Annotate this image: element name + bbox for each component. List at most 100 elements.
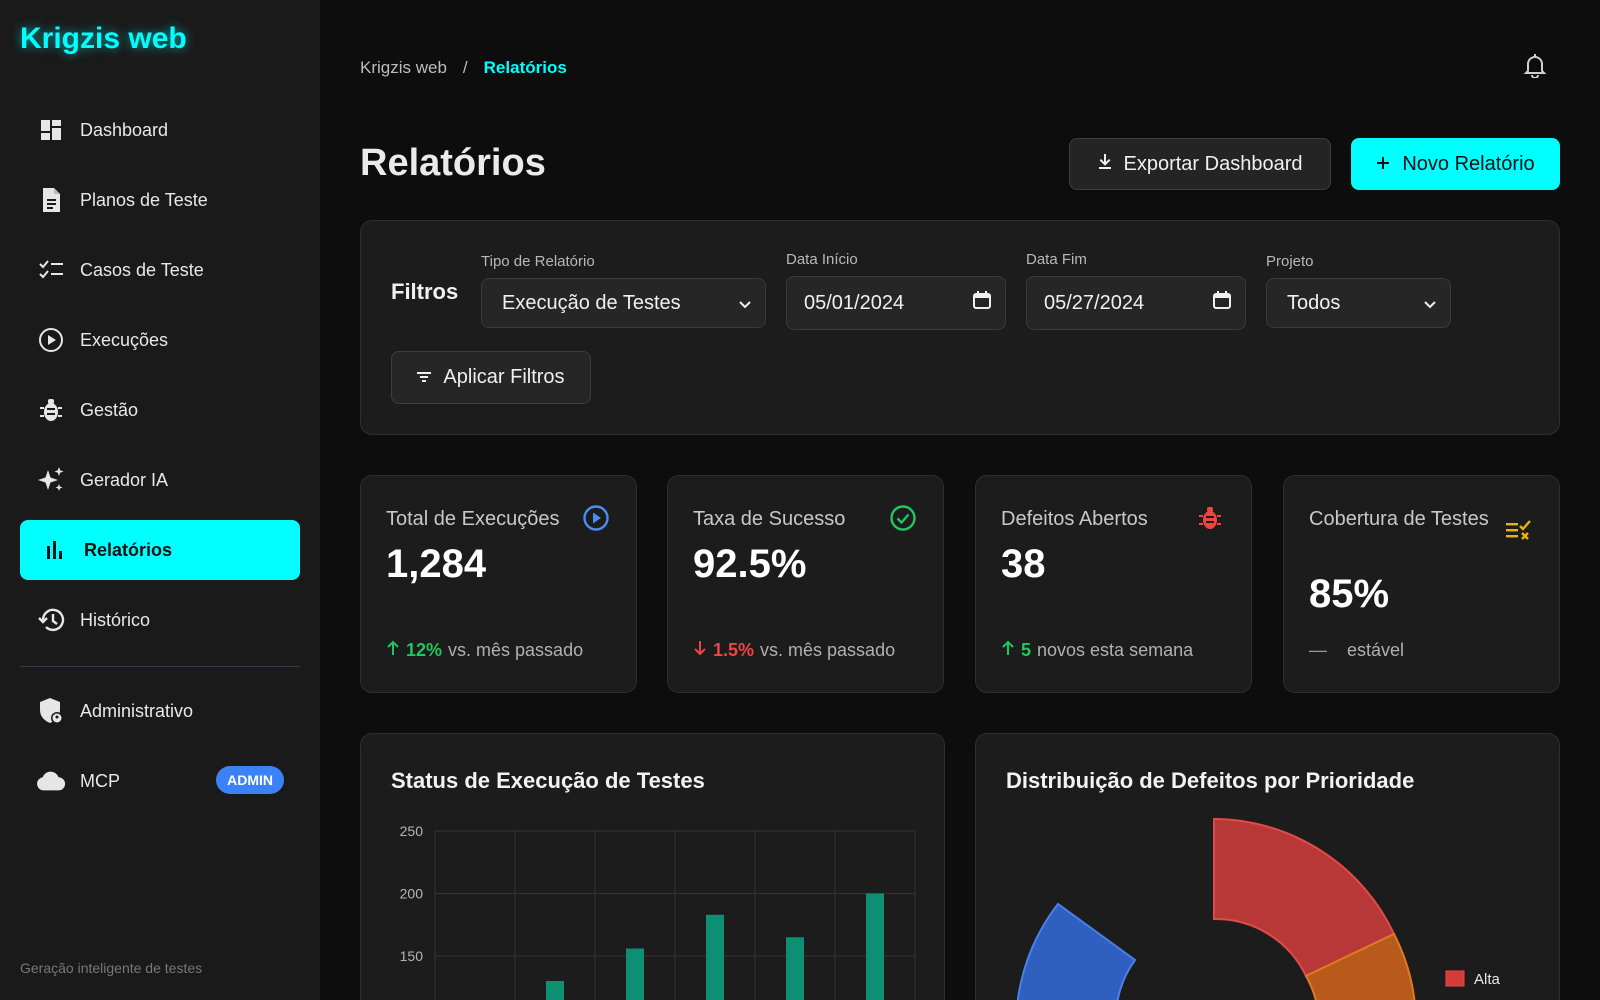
legend-label-alta: Alta bbox=[1474, 971, 1501, 988]
stat-footer: — estável bbox=[1309, 640, 1404, 661]
sidebar-item-label: MCP bbox=[80, 770, 120, 791]
sidebar-item-gestao[interactable]: Gestão bbox=[20, 380, 300, 440]
notification-bell-icon[interactable] bbox=[1522, 52, 1548, 79]
y-tick-label: 150 bbox=[400, 948, 424, 964]
end-date-filter: Data Fim 05/27/2024 bbox=[1026, 251, 1246, 330]
stat-footer: 1.5% vs. mês passado bbox=[693, 640, 895, 661]
sidebar-tagline: Geração inteligente de testes bbox=[20, 960, 203, 976]
stat-value: 38 bbox=[1001, 542, 1046, 586]
new-report-button[interactable]: Novo Relatório bbox=[1351, 138, 1560, 190]
apply-filters-label: Aplicar Filtros bbox=[443, 366, 565, 388]
breadcrumb: Krigzis web / Relatórios bbox=[360, 58, 567, 78]
bar-chart-icon bbox=[40, 535, 70, 565]
sidebar-item-administrativo[interactable]: Administrativo bbox=[20, 681, 300, 741]
report-type-select[interactable]: Execução de Testes bbox=[481, 278, 766, 328]
checklist-icon bbox=[1505, 518, 1533, 546]
stat-delta: 12% bbox=[406, 640, 443, 660]
stat-delta: 5 bbox=[1021, 640, 1032, 660]
sidebar-item-mcp[interactable]: MCP ADMIN bbox=[20, 751, 300, 811]
app-logo[interactable]: Krigzis web bbox=[20, 22, 187, 56]
sidebar-nav: Dashboard Planos de Teste Casos de Teste… bbox=[20, 100, 300, 821]
breadcrumb-current: Relatórios bbox=[483, 58, 567, 77]
chart-bar bbox=[546, 981, 564, 1000]
sidebar-item-gerador-ia[interactable]: Gerador IA bbox=[20, 450, 300, 510]
stat-value: 1,284 bbox=[386, 542, 487, 586]
end-date-input[interactable]: 05/27/2024 bbox=[1026, 276, 1246, 330]
bug-icon bbox=[1197, 504, 1225, 532]
sidebar-item-label: Gerador IA bbox=[80, 469, 169, 490]
legend-swatch-alta bbox=[1445, 970, 1465, 987]
history-icon bbox=[36, 605, 66, 635]
sidebar-item-casos-de-teste[interactable]: Casos de Teste bbox=[20, 240, 300, 300]
sidebar-item-historico[interactable]: Histórico bbox=[20, 590, 300, 650]
execution-status-chart-panel: Status de Execução de Testes 150 200 250 bbox=[360, 733, 945, 1000]
pie-slice-baixa bbox=[1016, 902, 1137, 1000]
play-circle-icon bbox=[36, 325, 66, 355]
end-date-value: 05/27/2024 bbox=[1044, 291, 1145, 314]
execution-status-bar-chart: 150 200 250 bbox=[400, 823, 916, 1000]
chevron-down-icon bbox=[1424, 292, 1436, 315]
filter-icon bbox=[417, 366, 432, 389]
download-icon bbox=[1098, 153, 1112, 176]
export-dashboard-label: Exportar Dashboard bbox=[1123, 152, 1303, 175]
stat-title: Taxa de Sucesso bbox=[693, 508, 846, 530]
start-date-input[interactable]: 05/01/2024 bbox=[786, 276, 1006, 330]
sidebar-item-label: Gestão bbox=[80, 399, 139, 420]
start-date-filter: Data Início 05/01/2024 bbox=[786, 251, 1006, 330]
y-tick-label: 200 bbox=[400, 886, 424, 902]
stat-footer: 12% vs. mês passado bbox=[386, 640, 583, 661]
end-date-label: Data Fim bbox=[1026, 251, 1087, 268]
stat-title: Total de Execuções bbox=[386, 508, 560, 530]
stat-footer: 5 novos esta semana bbox=[1001, 640, 1193, 661]
calendar-icon[interactable] bbox=[973, 291, 991, 315]
report-type-filter: Tipo de Relatório Execução de Testes bbox=[481, 253, 766, 328]
filters-title: Filtros bbox=[391, 279, 459, 304]
breadcrumb-root[interactable]: Krigzis web bbox=[360, 58, 447, 78]
sidebar-item-label: Dashboard bbox=[80, 119, 169, 140]
stat-card-total-executions: Total de Execuções 1,284 12% vs. mês pas… bbox=[360, 475, 637, 693]
sidebar-item-label: Administrativo bbox=[80, 700, 194, 721]
defects-priority-chart-panel: Distribuição de Defeitos por Prioridade … bbox=[975, 733, 1560, 1000]
stat-card-open-defects: Defeitos Abertos 38 5 novos esta semana bbox=[975, 475, 1252, 693]
start-date-label: Data Início bbox=[786, 251, 858, 268]
arrow-up-icon bbox=[386, 640, 400, 661]
sidebar-item-relatorios[interactable]: Relatórios bbox=[20, 520, 300, 580]
plus-icon bbox=[1376, 153, 1390, 176]
sidebar-item-label: Execuções bbox=[80, 329, 169, 350]
defects-priority-pie-chart: Alta bbox=[1016, 817, 1501, 1000]
sidebar-item-execucoes[interactable]: Execuções bbox=[20, 310, 300, 370]
project-filter: Projeto Todos bbox=[1266, 253, 1451, 328]
chart-bar bbox=[866, 893, 884, 1000]
report-type-value: Execução de Testes bbox=[502, 291, 681, 314]
project-select[interactable]: Todos bbox=[1266, 278, 1451, 328]
stat-footnote: novos esta semana bbox=[1037, 640, 1194, 660]
sparkles-icon bbox=[36, 465, 66, 495]
stat-footnote: vs. mês passado bbox=[760, 640, 896, 660]
sidebar-item-label: Relatórios bbox=[84, 539, 173, 560]
export-dashboard-button[interactable]: Exportar Dashboard bbox=[1069, 138, 1331, 190]
project-label: Projeto bbox=[1266, 253, 1314, 270]
page-title: Relatórios bbox=[360, 142, 546, 184]
project-value: Todos bbox=[1287, 291, 1341, 314]
sidebar-item-label: Casos de Teste bbox=[80, 259, 204, 280]
breadcrumb-separator: / bbox=[462, 58, 468, 77]
sidebar-item-planos-de-teste[interactable]: Planos de Teste bbox=[20, 170, 300, 230]
shield-user-icon bbox=[36, 696, 66, 726]
stat-footnote: vs. mês passado bbox=[448, 640, 584, 660]
admin-badge: ADMIN bbox=[216, 766, 284, 794]
calendar-icon[interactable] bbox=[1213, 291, 1231, 315]
dashboard-icon bbox=[36, 115, 66, 145]
sidebar-divider bbox=[20, 666, 300, 667]
stat-card-test-coverage: Cobertura de Testes 85% — estável bbox=[1283, 475, 1560, 693]
arrow-up-icon bbox=[1001, 640, 1015, 661]
chart-bar bbox=[706, 914, 724, 1000]
stat-title: Cobertura de Testes bbox=[1309, 508, 1489, 530]
stat-title: Defeitos Abertos bbox=[1001, 508, 1148, 530]
bug-icon bbox=[36, 395, 66, 425]
sidebar-item-dashboard[interactable]: Dashboard bbox=[20, 100, 300, 160]
filters-panel: Filtros Tipo de Relatório Execução de Te… bbox=[360, 220, 1560, 435]
apply-filters-button[interactable]: Aplicar Filtros bbox=[391, 351, 591, 404]
stat-card-success-rate: Taxa de Sucesso 92.5% 1.5% vs. mês passa… bbox=[667, 475, 944, 693]
stat-delta: — bbox=[1309, 640, 1327, 660]
y-tick-label: 250 bbox=[400, 823, 424, 839]
